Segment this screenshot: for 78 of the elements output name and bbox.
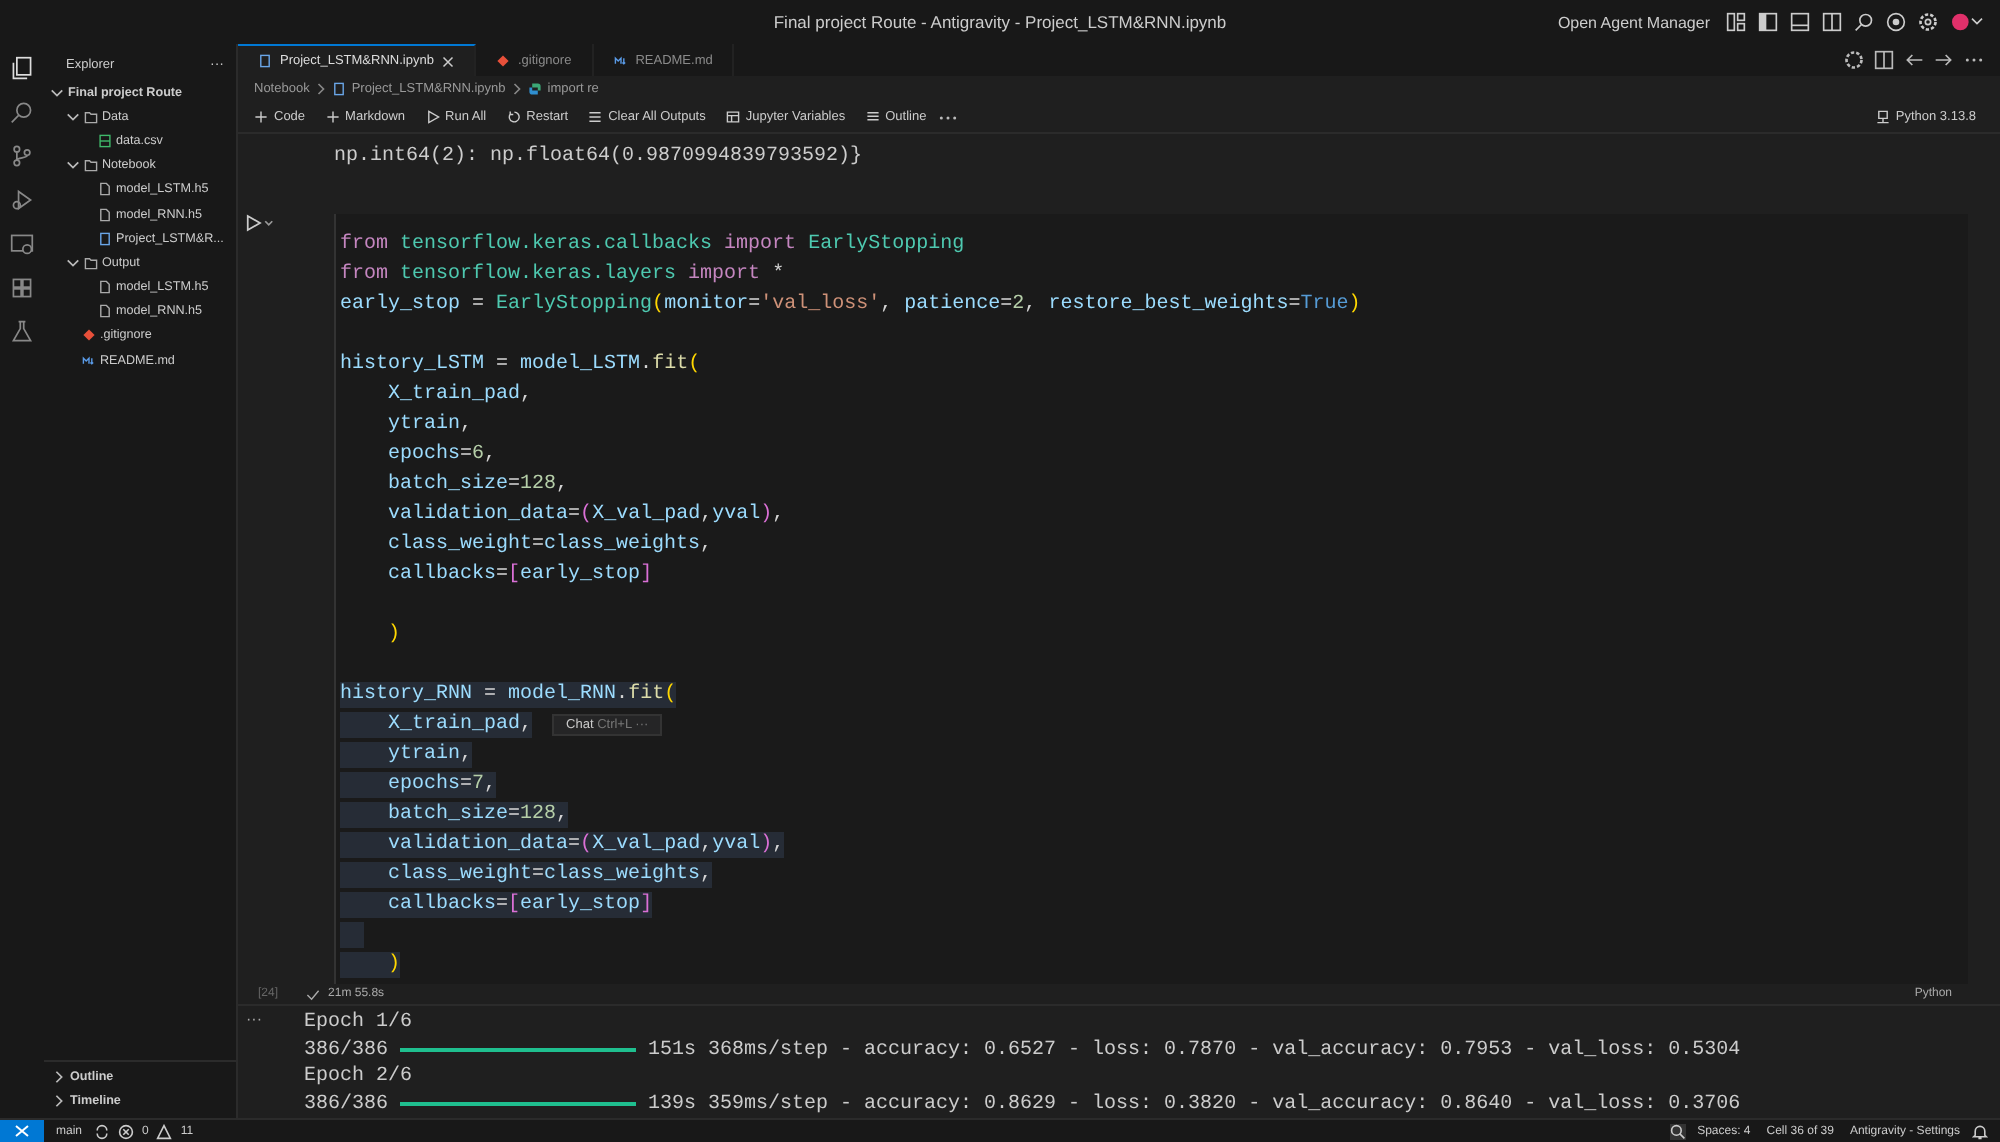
- remote-button[interactable]: [0, 1120, 44, 1142]
- run-cell-icon[interactable]: [246, 214, 274, 232]
- clear-icon: [588, 110, 603, 124]
- remote-icon[interactable]: [10, 232, 34, 256]
- panel-toggle-icon[interactable]: [1790, 12, 1810, 32]
- python-icon: [527, 82, 542, 96]
- folder-icon: [84, 255, 98, 270]
- output-text: 386/386: [304, 1093, 389, 1116]
- split-icon[interactable]: [1822, 12, 1842, 32]
- chevron-icon: [315, 82, 326, 96]
- code-line: from tensorflow.keras.callbacks import EarlyStopping: [340, 232, 965, 258]
- code-line: history_LSTM = model_LSTM.fit(: [340, 352, 701, 378]
- folder-icon: [84, 158, 98, 173]
- agent-manager-button[interactable]: Open Agent Manager: [1553, 13, 1714, 31]
- sync-icon[interactable]: [94, 1123, 111, 1139]
- code-line: epochs=6,: [386, 442, 497, 468]
- chevron-icon[interactable]: [66, 158, 80, 173]
- markdown-icon: [82, 353, 96, 368]
- output-text: 151s 368ms/step - accuracy: 0.6527 - loss: 0.7870 - val_accuracy: 0.7953 - val_loss: 0.5304: [648, 1039, 1741, 1062]
- bell-icon[interactable]: [1972, 1123, 1988, 1139]
- close-icon[interactable]: [441, 55, 454, 67]
- run-debug-icon[interactable]: [10, 188, 34, 212]
- layout-icon[interactable]: [1726, 12, 1746, 32]
- flask-icon[interactable]: [10, 320, 34, 344]
- markdown-icon: [613, 53, 628, 67]
- notebook-icon: [98, 231, 112, 246]
- output-menu[interactable]: ···: [246, 1010, 262, 1028]
- code-line: callbacks=[early_stop]: [386, 562, 653, 588]
- extensions-icon[interactable]: [10, 276, 34, 300]
- diamond-icon: [82, 328, 96, 343]
- output-text: np.int64(2): np.float64(0.9870994839793592)}: [334, 146, 863, 168]
- code-line: class_weight=class_weights,: [386, 532, 713, 558]
- code-line: from tensorflow.keras.layers import *: [340, 262, 785, 288]
- diamond-icon: [495, 53, 510, 67]
- search-icon[interactable]: [1854, 12, 1874, 32]
- notebook-icon: [331, 82, 346, 96]
- plus-icon: [254, 110, 268, 124]
- error-icon[interactable]: [118, 1123, 135, 1139]
- chevron-icon[interactable]: [66, 109, 80, 124]
- code-line: X_train_pad,: [386, 382, 533, 408]
- code-line: ytrain,: [386, 412, 473, 438]
- table-icon: [725, 110, 740, 124]
- chevron-icon[interactable]: [50, 85, 64, 100]
- search-icon[interactable]: [10, 100, 34, 124]
- plus-icon: [325, 110, 340, 124]
- play-icon: [425, 110, 440, 124]
- warning-icon[interactable]: [156, 1123, 173, 1139]
- source-control-icon[interactable]: [10, 144, 34, 168]
- settings-icon[interactable]: [1844, 50, 1864, 70]
- chevron-icon[interactable]: [66, 255, 80, 270]
- notebook-icon: [258, 54, 272, 68]
- output-text: 139s 359ms/step - accuracy: 0.8629 - loss: 0.3820 - val_accuracy: 0.8640 - val_loss: 0.3706: [648, 1093, 1741, 1116]
- sidebar-toggle-icon[interactable]: [1758, 12, 1778, 32]
- code-line: validation_data=(X_val_pad,yval),: [386, 502, 785, 528]
- server-icon: [1875, 110, 1890, 124]
- restart-icon: [506, 110, 521, 124]
- chevron-icon[interactable]: [52, 1094, 66, 1109]
- forward-arrow-icon[interactable]: [1934, 50, 1954, 70]
- settings-icon[interactable]: [1918, 12, 1938, 32]
- files-icon[interactable]: [10, 56, 34, 80]
- code-line: ): [386, 622, 401, 648]
- split-editor-icon[interactable]: [1874, 50, 1894, 70]
- code-line: early_stop = EarlyStopping(monitor='val_loss', patience=2, restore_best_weights=True): [340, 292, 1361, 318]
- check-icon: [306, 987, 321, 1001]
- output-text: Epoch 1/6: [304, 1012, 413, 1035]
- globe-icon[interactable]: [1886, 12, 1906, 32]
- folder-icon: [84, 109, 98, 124]
- zoom-icon[interactable]: [1669, 1123, 1686, 1139]
- output-text: Epoch 2/6: [304, 1066, 413, 1089]
- avatar-icon[interactable]: [1950, 12, 1984, 32]
- list-icon: [865, 110, 880, 124]
- back-arrow-icon[interactable]: [1904, 50, 1924, 70]
- output-text: 386/386: [304, 1039, 389, 1062]
- chevron-icon[interactable]: [52, 1070, 66, 1085]
- window-title: Final project Route - Antigravity - Project_LSTM&RNN.ipynb: [773, 12, 1227, 32]
- code-line: batch_size=128,: [386, 472, 569, 498]
- chevron-icon: [511, 82, 522, 96]
- table-file-icon: [98, 133, 112, 148]
